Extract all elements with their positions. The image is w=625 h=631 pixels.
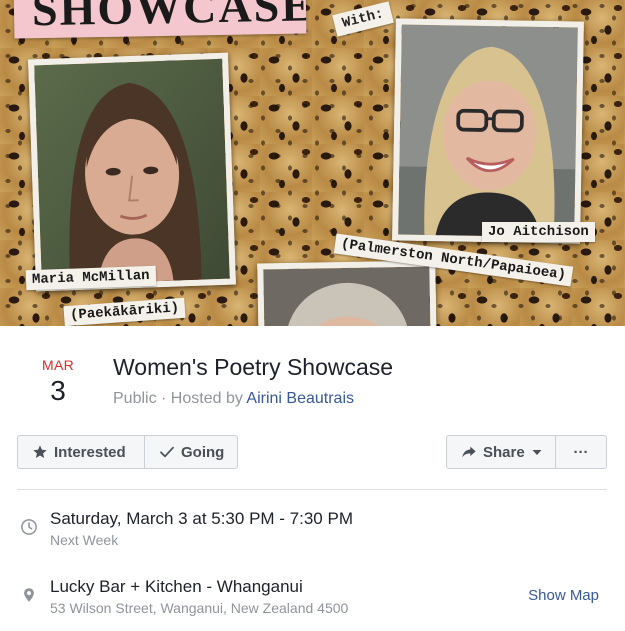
performer-photo-jo (392, 18, 584, 244)
performer-photo-third (257, 260, 437, 326)
event-host-link[interactable]: Airini Beautrais (246, 390, 354, 407)
event-title: Women's Poetry Showcase (113, 354, 394, 380)
event-visibility: Public (113, 390, 157, 407)
performer-name-tag-jo: Jo Aitchison (482, 222, 595, 242)
more-options-label: ··· (573, 443, 589, 461)
map-pin-icon (24, 588, 34, 602)
checkmark-icon (160, 446, 174, 458)
share-label: Share (483, 443, 525, 461)
share-arrow-icon (462, 446, 476, 458)
event-datetime[interactable]: Saturday, March 3 at 5:30 PM - 7:30 PM (50, 509, 353, 529)
show-map-link[interactable]: Show Map (528, 587, 599, 604)
performer-photo-maria (28, 52, 236, 292)
cover-title-banner: SHOWCASE (13, 0, 307, 39)
cover-banner-text: SHOWCASE (31, 0, 307, 36)
clock-icon (21, 519, 37, 535)
section-divider (17, 489, 607, 490)
hosted-by-prefix: · Hosted by (156, 390, 247, 407)
event-address: 53 Wilson Street, Wanganui, New Zealand … (50, 600, 349, 616)
event-date-block: MAR 3 (30, 357, 86, 407)
event-relative-date: Next Week (50, 532, 119, 548)
going-button[interactable]: Going (144, 435, 238, 469)
event-month: MAR (41, 357, 74, 373)
going-label: Going (181, 443, 225, 461)
event-day: 3 (50, 375, 66, 406)
interested-button[interactable]: Interested (17, 435, 145, 469)
event-venue[interactable]: Lucky Bar + Kitchen - Whanganui (50, 577, 303, 597)
cover-with-label: With: (332, 1, 394, 37)
more-options-button[interactable]: ··· (555, 435, 607, 469)
performer-place-tag-maria: (Paekākāriki) (63, 297, 186, 326)
event-cover-photo[interactable]: SHOWCASE With: Maria McMillan (Paekākāri… (0, 0, 625, 326)
interested-label: Interested (54, 443, 126, 461)
event-subtitle: Public · Hosted by Airini Beautrais (113, 390, 354, 408)
star-icon (33, 445, 47, 458)
caret-down-icon (532, 450, 542, 455)
share-button[interactable]: Share (446, 435, 556, 469)
